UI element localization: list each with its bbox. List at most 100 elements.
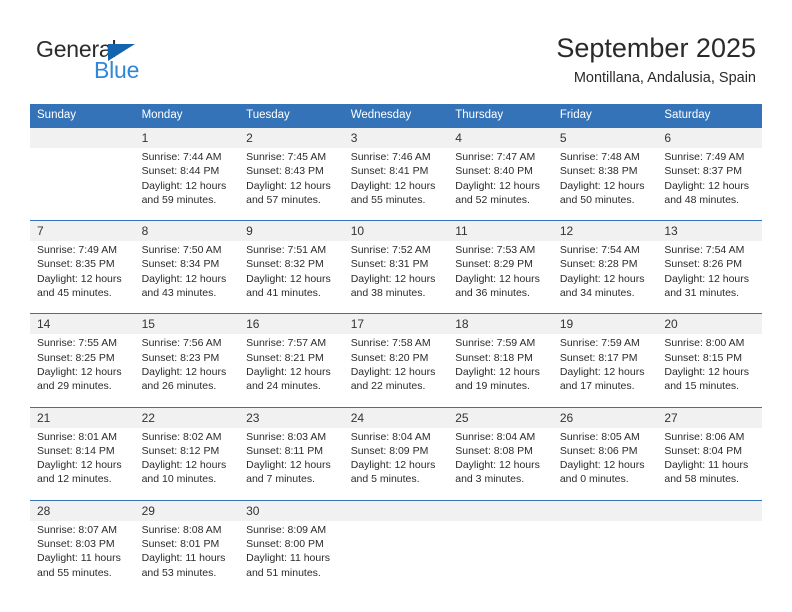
day-number[interactable]: 5 <box>552 128 658 148</box>
day-cell[interactable]: Sunrise: 7:44 AM Sunset: 8:44 PM Daylight:… <box>134 148 240 210</box>
sunrise-text: Sunrise: 7:49 AM <box>37 244 117 257</box>
day-number[interactable]: 20 <box>657 314 762 335</box>
day-number[interactable]: 8 <box>134 221 240 242</box>
sunset-text: Sunset: 8:38 PM <box>559 165 638 178</box>
day-number[interactable]: 7 <box>30 221 135 242</box>
day-number[interactable]: 10 <box>343 221 449 242</box>
day-cell-empty <box>30 148 135 210</box>
sunrise-sunset-calendar: Sunday Monday Tuesday Wednesday Thursday… <box>30 104 762 582</box>
day-cell[interactable]: Sunrise: 8:06 AM Sunset: 8:04 PM Daylight:… <box>657 427 762 489</box>
day-cell[interactable]: Sunrise: 7:54 AM Sunset: 8:26 PM Daylight:… <box>657 241 762 303</box>
day-cell[interactable]: Sunrise: 7:45 AM Sunset: 8:43 PM Daylight:… <box>239 148 344 210</box>
day-number[interactable]: 24 <box>343 407 449 428</box>
day-cell[interactable]: Sunrise: 8:07 AM Sunset: 8:03 PM Daylight:… <box>30 520 135 582</box>
day-number[interactable]: 19 <box>552 314 658 335</box>
day-cell[interactable]: Sunrise: 8:05 AM Sunset: 8:06 PM Daylight:… <box>552 427 658 489</box>
day-cell[interactable]: Sunrise: 7:53 AM Sunset: 8:29 PM Daylight:… <box>448 241 553 303</box>
sunset-text: Sunset: 8:44 PM <box>141 165 220 178</box>
day-number[interactable]: 28 <box>30 500 135 521</box>
day-cell[interactable]: Sunrise: 8:09 AM Sunset: 8:00 PM Daylight:… <box>239 520 344 582</box>
day-info-row: Sunrise: 7:55 AM Sunset: 8:25 PM Daylight:… <box>30 334 762 396</box>
daylight-text-line2: and 52 minutes. <box>455 193 530 206</box>
day-number[interactable]: 13 <box>657 221 762 242</box>
sunset-text: Sunset: 8:43 PM <box>246 165 324 178</box>
day-info-row: Sunrise: 7:44 AM Sunset: 8:44 PM Daylight:… <box>30 148 762 210</box>
weekday-header-row: Sunday Monday Tuesday Wednesday Thursday… <box>30 104 762 127</box>
day-number[interactable]: 6 <box>657 128 762 148</box>
day-number[interactable]: 21 <box>30 407 135 428</box>
week-gap <box>30 302 762 314</box>
sunset-text: Sunset: 8:00 PM <box>246 538 324 551</box>
daylight-text-line2: and 55 minutes. <box>37 566 112 579</box>
day-cell[interactable]: Sunrise: 7:47 AM Sunset: 8:40 PM Daylight:… <box>448 148 553 210</box>
day-cell[interactable]: Sunrise: 8:01 AM Sunset: 8:14 PM Daylight:… <box>30 427 135 489</box>
day-number[interactable]: 14 <box>30 314 135 335</box>
day-cell[interactable]: Sunrise: 7:50 AM Sunset: 8:34 PM Daylight:… <box>134 241 240 303</box>
day-number[interactable]: 17 <box>343 314 449 335</box>
day-number[interactable]: 25 <box>448 407 553 428</box>
day-cell[interactable]: Sunrise: 8:04 AM Sunset: 8:09 PM Daylight:… <box>343 427 449 489</box>
daylight-text-line2: and 10 minutes. <box>141 473 217 486</box>
day-number[interactable]: 12 <box>552 221 658 242</box>
sunrise-text: Sunrise: 7:46 AM <box>350 151 431 163</box>
day-cell[interactable]: Sunrise: 7:58 AM Sunset: 8:20 PM Daylight:… <box>343 334 449 396</box>
day-number[interactable]: 2 <box>239 128 344 148</box>
day-cell[interactable]: Sunrise: 7:51 AM Sunset: 8:32 PM Daylight:… <box>239 241 344 303</box>
sunset-text: Sunset: 8:28 PM <box>559 258 638 271</box>
day-number[interactable]: 30 <box>239 500 344 521</box>
day-cell[interactable]: Sunrise: 7:57 AM Sunset: 8:21 PM Daylight:… <box>239 334 344 396</box>
day-number[interactable]: 4 <box>448 128 553 148</box>
day-number[interactable]: 27 <box>657 407 762 428</box>
day-cell[interactable]: Sunrise: 7:54 AM Sunset: 8:28 PM Daylight:… <box>552 241 658 303</box>
sunrise-text: Sunrise: 7:57 AM <box>246 337 327 350</box>
sunrise-text: Sunrise: 8:01 AM <box>37 430 117 443</box>
daylight-text-line1: Daylight: 12 hours <box>246 179 331 192</box>
page-subtitle-location: Montillana, Andalusia, Spain <box>573 70 756 86</box>
day-cell[interactable]: Sunrise: 7:48 AM Sunset: 8:38 PM Daylight:… <box>552 148 658 210</box>
day-number[interactable]: 16 <box>239 314 344 335</box>
day-cell[interactable]: Sunrise: 7:49 AM Sunset: 8:35 PM Daylight:… <box>30 241 135 303</box>
daylight-text-line1: Daylight: 12 hours <box>350 179 436 192</box>
sunrise-text: Sunrise: 7:45 AM <box>246 151 327 163</box>
daylight-text-line2: and 53 minutes. <box>141 566 217 579</box>
day-number[interactable]: 15 <box>134 314 240 335</box>
sunset-text: Sunset: 8:15 PM <box>664 351 743 364</box>
sunset-text: Sunset: 8:29 PM <box>455 258 533 271</box>
day-number[interactable]: 18 <box>448 314 553 335</box>
sunset-text: Sunset: 8:32 PM <box>246 258 324 271</box>
day-cell[interactable]: Sunrise: 8:00 AM Sunset: 8:15 PM Daylight:… <box>657 334 762 396</box>
daylight-text-line2: and 51 minutes. <box>246 566 321 579</box>
day-number[interactable]: 23 <box>239 407 344 428</box>
day-cell[interactable]: Sunrise: 7:59 AM Sunset: 8:18 PM Daylight:… <box>448 334 553 396</box>
sunrise-text: Sunrise: 7:55 AM <box>37 337 117 350</box>
day-cell[interactable]: Sunrise: 8:04 AM Sunset: 8:08 PM Daylight:… <box>448 427 553 489</box>
day-number[interactable]: 1 <box>134 128 240 148</box>
day-cell[interactable]: Sunrise: 7:59 AM Sunset: 8:17 PM Daylight:… <box>552 334 658 396</box>
day-number[interactable]: 22 <box>134 407 240 428</box>
sunrise-text: Sunrise: 7:50 AM <box>141 244 222 257</box>
general-blue-logo[interactable]: General Blue <box>36 36 266 86</box>
day-number[interactable]: 9 <box>239 221 344 242</box>
day-number[interactable]: 26 <box>552 407 658 428</box>
day-cell[interactable]: Sunrise: 7:56 AM Sunset: 8:23 PM Daylight:… <box>134 334 240 396</box>
day-cell[interactable]: Sunrise: 8:03 AM Sunset: 8:11 PM Daylight:… <box>239 427 344 489</box>
sunset-text: Sunset: 8:18 PM <box>455 351 533 364</box>
day-cell[interactable]: Sunrise: 7:52 AM Sunset: 8:31 PM Daylight:… <box>343 241 449 303</box>
day-cell[interactable]: Sunrise: 8:02 AM Sunset: 8:12 PM Daylight:… <box>134 427 240 489</box>
day-number[interactable]: 3 <box>343 128 449 148</box>
day-cell[interactable]: Sunrise: 7:55 AM Sunset: 8:25 PM Daylight:… <box>30 334 135 396</box>
day-cell[interactable]: Sunrise: 8:08 AM Sunset: 8:01 PM Daylight:… <box>134 520 240 582</box>
day-cell[interactable]: Sunrise: 7:46 AM Sunset: 8:41 PM Daylight:… <box>343 148 449 210</box>
daylight-text-line2: and 57 minutes. <box>246 193 321 206</box>
day-number[interactable]: 29 <box>134 500 240 521</box>
sunset-text: Sunset: 8:11 PM <box>246 444 323 457</box>
day-cell[interactable]: Sunrise: 7:49 AM Sunset: 8:37 PM Daylight:… <box>657 148 762 210</box>
day-info-row: Sunrise: 8:01 AM Sunset: 8:14 PM Daylight:… <box>30 427 762 489</box>
day-cell-empty <box>657 520 762 582</box>
sunset-text: Sunset: 8:41 PM <box>350 165 429 178</box>
daylight-text-line1: Daylight: 12 hours <box>559 459 645 472</box>
sunrise-text: Sunrise: 7:48 AM <box>559 151 640 163</box>
daylight-text-line2: and 15 minutes. <box>664 380 740 393</box>
daylight-text-line1: Daylight: 12 hours <box>246 272 331 285</box>
day-number[interactable]: 11 <box>448 221 553 242</box>
